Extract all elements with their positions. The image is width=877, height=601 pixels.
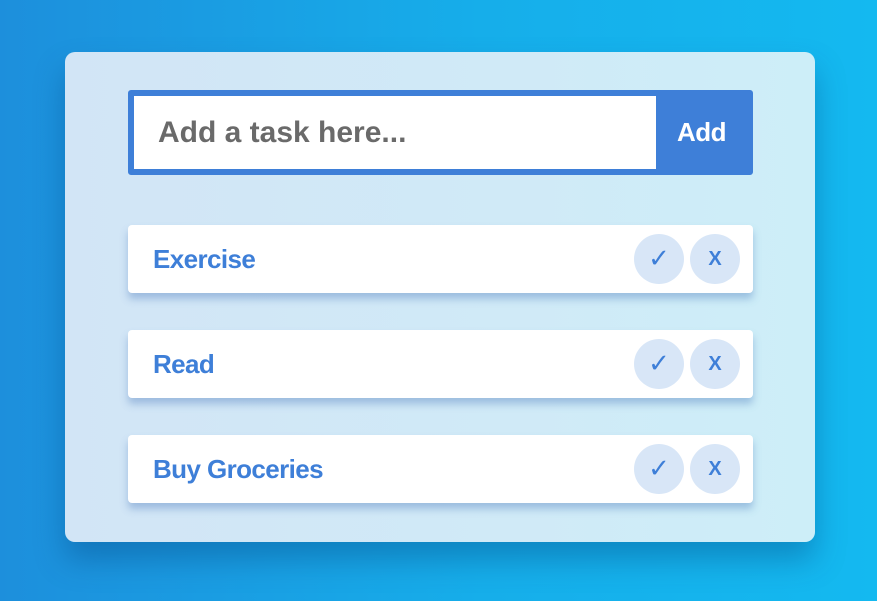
task-item: Buy Groceries ✓ X bbox=[128, 435, 753, 503]
x-icon: X bbox=[708, 352, 722, 375]
delete-task-button[interactable]: X bbox=[690, 444, 740, 494]
complete-task-button[interactable]: ✓ bbox=[634, 234, 684, 284]
x-icon: X bbox=[708, 457, 722, 480]
task-label: Exercise bbox=[153, 243, 256, 274]
checkmark-icon: ✓ bbox=[648, 349, 670, 379]
checkmark-icon: ✓ bbox=[648, 454, 670, 484]
complete-task-button[interactable]: ✓ bbox=[634, 339, 684, 389]
task-label: Buy Groceries bbox=[153, 453, 324, 484]
x-icon: X bbox=[708, 247, 722, 270]
todo-card: Add Exercise ✓ X Read ✓ X Buy Groceries … bbox=[65, 52, 815, 542]
delete-task-button[interactable]: X bbox=[690, 234, 740, 284]
delete-task-button[interactable]: X bbox=[690, 339, 740, 389]
task-label: Read bbox=[153, 348, 215, 379]
task-list: Exercise ✓ X Read ✓ X Buy Groceries ✓ X bbox=[128, 225, 753, 540]
complete-task-button[interactable]: ✓ bbox=[634, 444, 684, 494]
task-item: Read ✓ X bbox=[128, 330, 753, 398]
checkmark-icon: ✓ bbox=[648, 244, 670, 274]
task-input[interactable] bbox=[134, 96, 656, 169]
task-item: Exercise ✓ X bbox=[128, 225, 753, 293]
add-button[interactable]: Add bbox=[656, 96, 747, 169]
add-task-form: Add bbox=[128, 90, 753, 175]
